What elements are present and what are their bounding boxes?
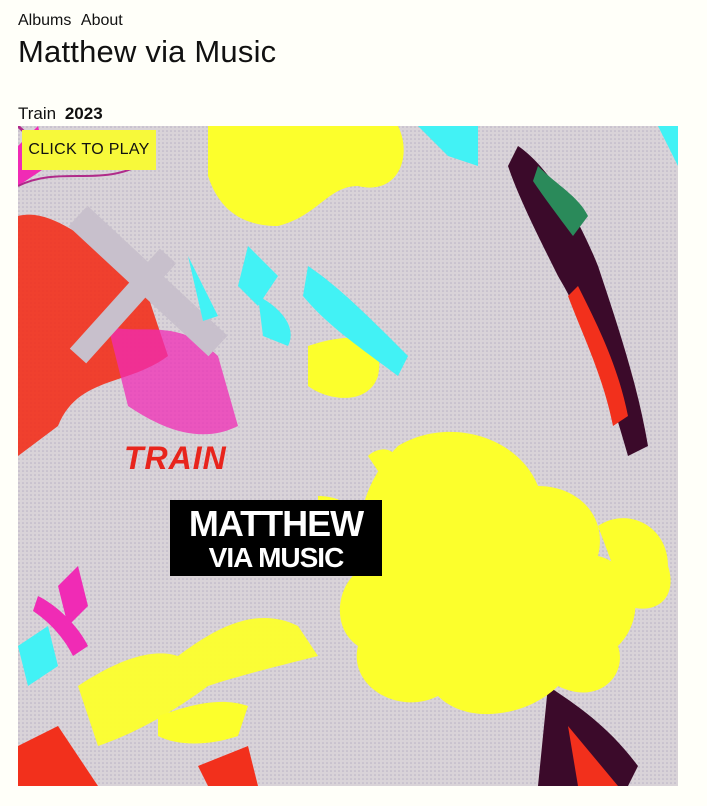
artist-logo-line1: MATTHEW (188, 503, 364, 544)
album-cover-artwork (18, 126, 678, 786)
play-button[interactable]: CLICK TO PLAY (22, 130, 156, 170)
nav-link-albums[interactable]: Albums (18, 12, 71, 29)
artist-logo: MATTHEW VIA MUSIC (170, 500, 382, 576)
site-title: Matthew via Music (18, 34, 277, 69)
cover-title-art: TRAIN (124, 440, 227, 476)
album-year: 2023 (64, 104, 103, 123)
nav-link-about[interactable]: About (81, 12, 123, 29)
album-title: Train (18, 104, 57, 123)
artist-logo-line2: VIA MUSIC (208, 542, 345, 573)
album-cover[interactable] (18, 126, 678, 786)
top-nav: Albums About (18, 12, 129, 30)
album-meta: Train 2023 (18, 104, 103, 124)
